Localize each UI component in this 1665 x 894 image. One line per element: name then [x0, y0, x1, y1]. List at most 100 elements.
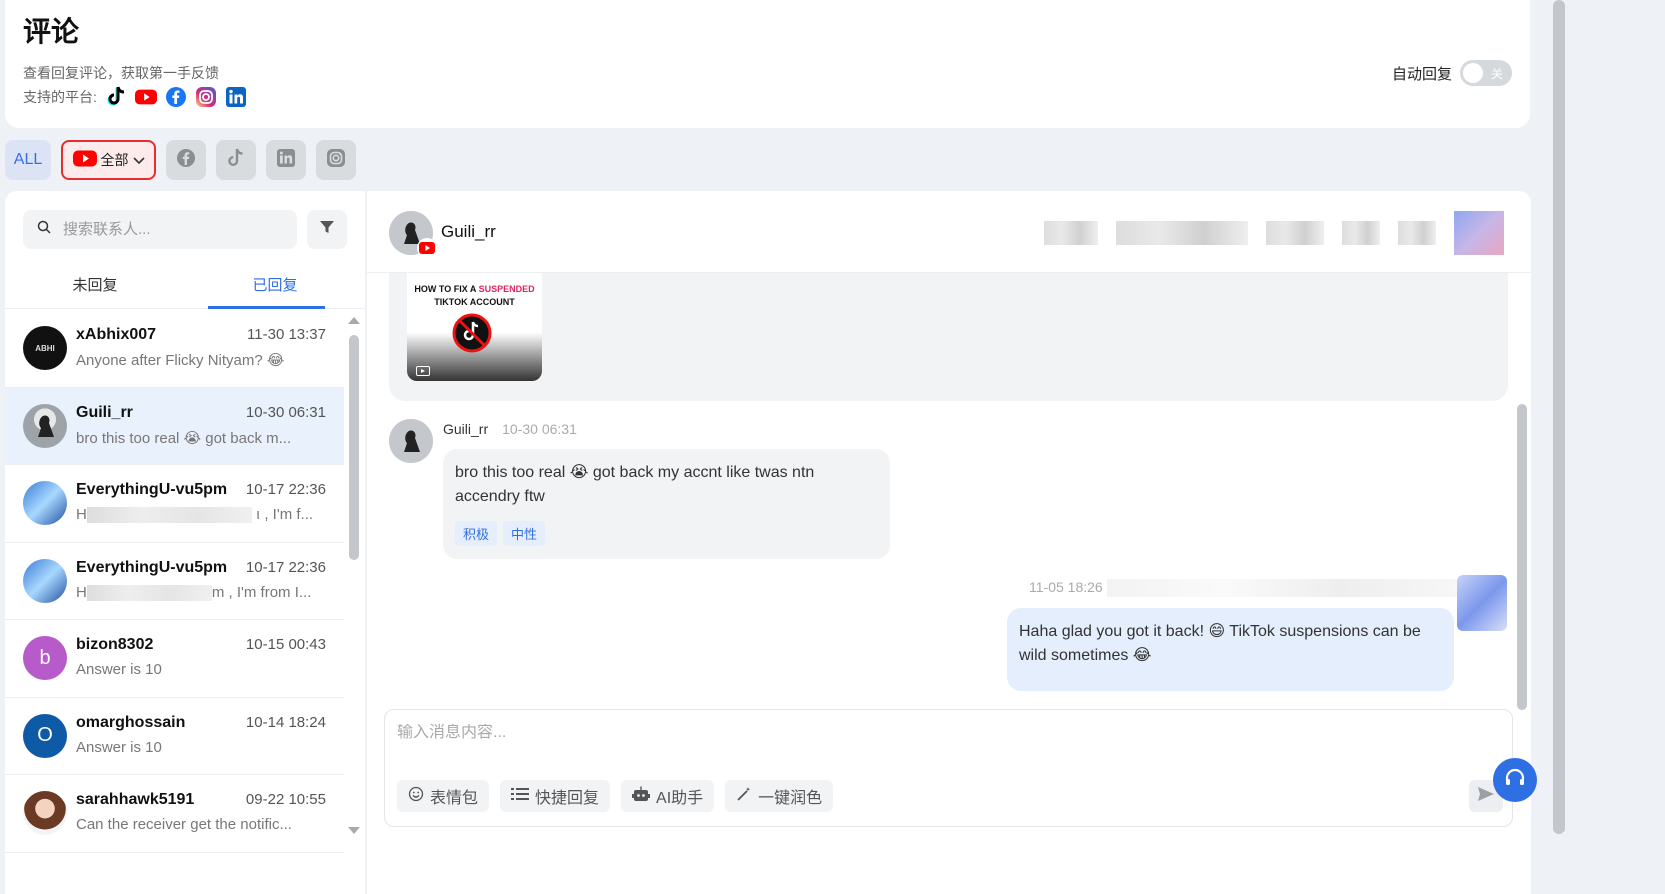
polish-button[interactable]: 一键润色 — [725, 780, 834, 812]
sender-avatar — [1457, 575, 1507, 631]
page-title: 评论 — [23, 16, 80, 47]
chat-contact-name: Guili_rr — [441, 222, 496, 241]
contact-name: bizon8302 — [76, 636, 154, 653]
tiktok-icon — [227, 148, 245, 173]
contact-last-message: Hm , I'm from I... — [76, 583, 312, 601]
video-thumbnail[interactable]: HOW TO FIX A SUSPENDED TIKTOK ACCOUNT — [407, 273, 542, 381]
message-avatar — [389, 419, 433, 463]
redacted-avatar — [1454, 211, 1504, 255]
contact-item[interactable]: Guili_rr 10-30 06:31 bro this too real 😭… — [5, 387, 344, 465]
avatar — [23, 558, 67, 603]
message-composer: 表情包 快捷回复 AI助手 一键润色 — [384, 709, 1513, 827]
contact-time: 10-14 18:24 — [245, 713, 326, 731]
incoming-message-meta: Guili_rr 10-30 06:31 — [443, 421, 577, 437]
contact-search-box — [23, 210, 297, 249]
emoji-button[interactable]: 表情包 — [397, 780, 490, 812]
message-author: Guili_rr — [443, 421, 489, 437]
contact-item[interactable]: ABHI xAbhix007 11-30 13:37 Anyone after … — [5, 310, 344, 388]
contact-time: 10-17 22:36 — [245, 558, 326, 576]
filter-instagram-button[interactable] — [316, 140, 356, 180]
outgoing-message-time: 11-05 18:26 — [1029, 579, 1103, 595]
magic-wand-icon — [736, 786, 752, 807]
scroll-down-arrow-icon[interactable] — [348, 827, 360, 834]
reply-status-tabs: 未回复 已回复 — [5, 269, 365, 309]
facebook-icon — [165, 86, 187, 108]
thumbnail-title: HOW TO FIX A SUSPENDED TIKTOK ACCOUNT — [414, 284, 535, 307]
post-preview-card[interactable]: HOW TO FIX A SUSPENDED TIKTOK ACCOUNT — [389, 273, 1508, 401]
redacted-block — [1266, 221, 1324, 245]
filter-youtube-label: 全部 — [100, 152, 129, 168]
linkedin-icon — [225, 86, 247, 108]
chat-scrollbar[interactable] — [1517, 404, 1527, 710]
tab-unreplied[interactable]: 未回复 — [5, 269, 185, 308]
message-text: Haha glad you got it back! 😄 TikTok susp… — [1019, 623, 1421, 664]
contact-last-message: Answer is 10 — [76, 738, 162, 756]
scroll-up-arrow-icon[interactable] — [348, 317, 360, 324]
ai-assistant-button[interactable]: AI助手 — [621, 780, 715, 812]
contact-search-input[interactable] — [63, 221, 283, 238]
redacted-block — [1116, 221, 1248, 245]
contact-name: xAbhix007 — [76, 326, 157, 343]
contact-time: 09-22 10:55 — [245, 791, 326, 808]
message-input[interactable] — [397, 724, 1497, 742]
avatar: b — [23, 636, 67, 680]
contact-name: EverythingU-vu5pm — [76, 558, 228, 576]
redacted-sender-name — [1107, 579, 1457, 597]
youtube-icon — [134, 86, 157, 108]
quick-reply-button[interactable]: 快捷回复 — [500, 780, 611, 812]
filter-tiktok-button[interactable] — [216, 140, 256, 180]
contact-list: ABHI xAbhix007 11-30 13:37 Anyone after … — [5, 310, 344, 853]
outgoing-message-bubble: Haha glad you got it back! 😄 TikTok susp… — [1007, 608, 1454, 691]
list-icon — [511, 787, 530, 806]
contact-name: Guili_rr — [76, 403, 133, 421]
filter-youtube-dropdown[interactable]: 全部 — [61, 140, 156, 180]
sentiment-tag: 积极 — [455, 521, 498, 546]
message-time: 10-30 06:31 — [502, 421, 577, 437]
contact-filter-button[interactable] — [307, 210, 347, 249]
contact-item[interactable]: O omarghossain 10-14 18:24 Answer is 10 — [5, 698, 344, 775]
contact-item[interactable]: EverythingU-vu5pm 10-17 22:36 Hm , I'm f… — [5, 543, 344, 620]
header-card: 评论 查看回复评论，获取第一手反馈 支持的平台: 自动回复 关 — [5, 0, 1530, 128]
filter-linkedin-button[interactable] — [266, 140, 306, 180]
contact-last-message: Anyone after Flicky Nityam? 😂 — [76, 352, 285, 369]
contacts-panel: 未回复 已回复 ABHI xAbhix007 11-30 13:37 Anyon… — [5, 191, 365, 894]
contact-name: omarghossain — [76, 713, 186, 731]
robot-icon — [632, 786, 651, 807]
contact-item[interactable]: EverythingU-vu5pm 10-17 22:36 H ı , I'm … — [5, 465, 344, 543]
contact-item[interactable]: b bizon8302 10-15 00:43 Answer is 10 — [5, 620, 344, 698]
chat-header: Guili_rr — [367, 191, 1531, 273]
contact-last-message: H ı , I'm f... — [76, 506, 314, 524]
toggle-state-text: 关 — [1490, 67, 1503, 81]
avatar — [23, 403, 67, 448]
contact-time: 10-15 00:43 — [245, 636, 326, 653]
scroll-thumb[interactable] — [349, 335, 359, 560]
redacted-block — [1044, 221, 1098, 245]
instagram-icon — [326, 148, 346, 173]
tab-replied[interactable]: 已回复 — [185, 269, 365, 309]
auto-reply-control: 自动回复 关 — [1392, 60, 1512, 86]
contact-time: 10-17 22:36 — [245, 481, 326, 498]
redacted-block — [1398, 221, 1436, 245]
sentiment-tag: 中性 — [503, 521, 546, 546]
customer-support-button[interactable] — [1493, 758, 1537, 802]
contact-list-scrollbar[interactable] — [348, 317, 360, 894]
tiktok-icon — [105, 86, 127, 108]
filter-facebook-button[interactable] — [166, 140, 206, 180]
incoming-message-bubble: bro this too real 😭 got back my accnt li… — [443, 449, 890, 559]
send-icon — [1477, 786, 1495, 807]
contact-time: 10-30 06:31 — [245, 403, 326, 421]
filter-funnel-icon — [319, 219, 335, 240]
contact-name: EverythingU-vu5pm — [76, 481, 228, 498]
facebook-icon — [176, 148, 196, 173]
avatar — [23, 481, 67, 525]
page-subtitle: 查看回复评论，获取第一手反馈 — [23, 65, 219, 81]
contact-last-message: bro this too real 😭 got back m... — [76, 429, 292, 447]
emoji-icon — [408, 786, 424, 807]
contact-last-message: Answer is 10 — [76, 661, 162, 678]
page-scrollbar[interactable] — [1553, 0, 1565, 834]
platform-filter-bar: ALL 全部 — [5, 140, 356, 180]
contact-item[interactable]: sarahhawk5191 09-22 10:55 Can the receiv… — [5, 775, 344, 853]
auto-reply-toggle[interactable]: 关 — [1460, 60, 1512, 86]
filter-all-button[interactable]: ALL — [5, 140, 51, 180]
video-play-icon — [416, 363, 430, 381]
